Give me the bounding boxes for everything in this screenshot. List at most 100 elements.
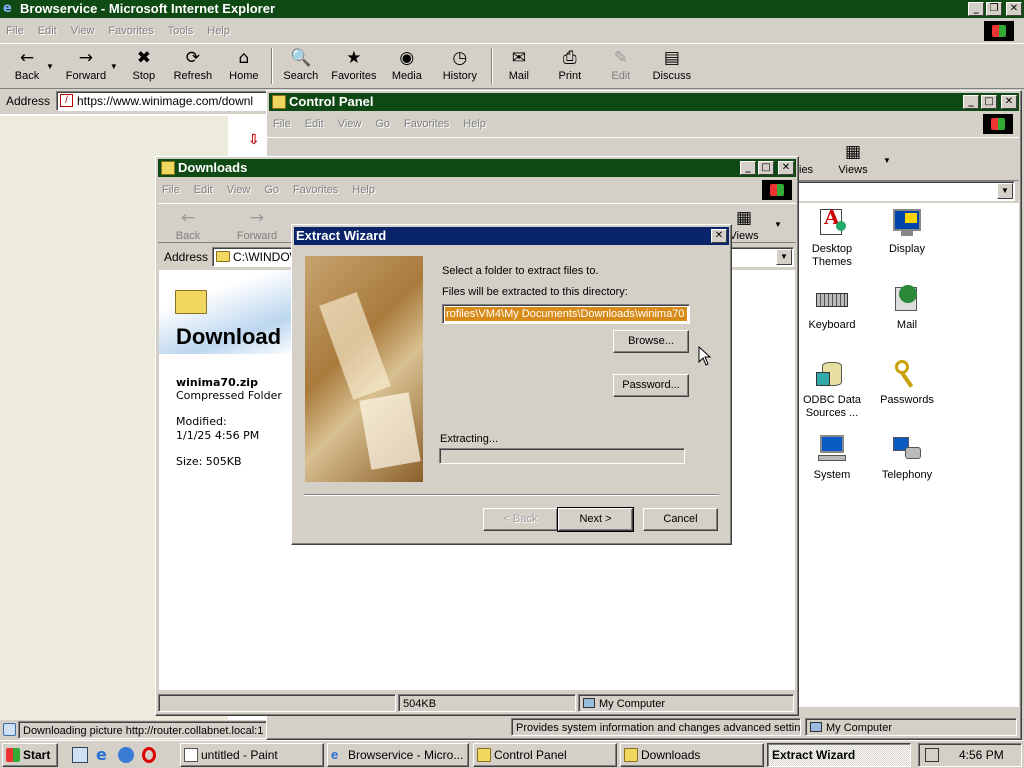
cp-item-desktop-themes[interactable]: A Desktop Themes xyxy=(792,207,872,269)
wizard-titlebar[interactable]: Extract Wizard ✕ xyxy=(294,227,729,245)
ie-menu-favorites[interactable]: Favorites xyxy=(108,25,153,37)
control-panel-icon xyxy=(477,748,491,762)
next-button[interactable]: Next > xyxy=(557,507,634,532)
cp-windows-flag-icon xyxy=(983,114,1013,134)
cp-item-display[interactable]: Display xyxy=(867,207,947,256)
cp-maximize-button[interactable]: □ xyxy=(981,95,997,109)
cp-menubar: File Edit View Go Favorites Help xyxy=(267,114,1021,134)
ie-status-icon xyxy=(3,723,16,736)
opera-quicklaunch-icon[interactable] xyxy=(142,747,156,763)
cp-title: Control Panel xyxy=(289,94,374,109)
downloads-close-button[interactable]: ✕ xyxy=(778,161,794,175)
taskbar-downloads[interactable]: Downloads xyxy=(620,743,764,767)
large-folder-icon xyxy=(175,290,207,314)
downloads-views-dropdown-icon[interactable]: ▼ xyxy=(774,220,782,229)
ie-discuss-button[interactable]: ▤ Discuss xyxy=(644,44,700,88)
extract-directory-input[interactable]: rofiles\VM4\My Documents\Downloads\winim… xyxy=(442,304,690,324)
odbc-icon xyxy=(816,358,848,390)
cp-item-telephony[interactable]: Telephony xyxy=(867,433,947,482)
cp-titlebar[interactable]: Control Panel _ □ ✕ xyxy=(269,93,1019,111)
downloads-maximize-button[interactable]: □ xyxy=(758,161,774,175)
cp-views-dropdown-icon[interactable]: ▼ xyxy=(883,156,891,165)
ie-menu-tools[interactable]: Tools xyxy=(168,25,194,37)
history-icon: ◷ xyxy=(452,48,468,68)
ie-favorites-button[interactable]: ★ Favorites xyxy=(326,44,382,88)
ie-stop-button[interactable]: ✖ Stop xyxy=(122,44,166,88)
cp-item-odbc[interactable]: ODBC Data Sources ... xyxy=(792,358,872,420)
downloads-address-label: Address xyxy=(164,250,209,264)
downloads-menu-help[interactable]: Help xyxy=(352,184,375,196)
browse-button[interactable]: Browse... xyxy=(613,330,689,353)
ie-menu-view[interactable]: View xyxy=(71,25,95,37)
wizard-close-button[interactable]: ✕ xyxy=(711,229,727,243)
password-button[interactable]: Password... xyxy=(613,374,689,397)
cp-menu-view[interactable]: View xyxy=(338,118,362,130)
cp-minimize-button[interactable]: _ xyxy=(963,95,979,109)
outlook-quicklaunch-icon[interactable] xyxy=(118,747,134,763)
ie-maximize-button[interactable]: ❐ xyxy=(986,2,1002,16)
ie-home-button[interactable]: ⌂ Home xyxy=(220,44,268,88)
show-desktop-icon[interactable] xyxy=(72,747,88,763)
downloads-address-dropdown-button[interactable]: ▼ xyxy=(776,249,792,265)
ie-mail-button[interactable]: ✉ Mail xyxy=(496,44,542,88)
downloads-menu-favorites[interactable]: Favorites xyxy=(293,184,338,196)
windows-flag-icon xyxy=(984,21,1014,41)
cp-item-mail[interactable]: Mail xyxy=(867,283,947,332)
ie-back-button[interactable]: ← Back xyxy=(4,44,50,88)
cp-menu-file[interactable]: File xyxy=(273,118,291,130)
ie-titlebar[interactable]: e Browservice - Microsoft Internet Explo… xyxy=(0,0,1024,18)
cp-menu-favorites[interactable]: Favorites xyxy=(404,118,449,130)
cp-menu-edit[interactable]: Edit xyxy=(305,118,324,130)
ie-quicklaunch-icon[interactable]: e xyxy=(96,745,107,764)
cp-menu-help[interactable]: Help xyxy=(463,118,486,130)
back-dropdown-icon[interactable]: ▼ xyxy=(46,62,54,71)
ie-refresh-button[interactable]: ⟳ Refresh xyxy=(166,44,220,88)
back-arrow-icon: ← xyxy=(19,48,35,68)
media-icon: ◉ xyxy=(399,48,415,68)
cp-item-system[interactable]: System xyxy=(792,433,872,482)
cp-menu-go[interactable]: Go xyxy=(375,118,390,130)
ie-menu-file[interactable]: File xyxy=(6,25,24,37)
downloads-titlebar[interactable]: Downloads _ □ ✕ xyxy=(158,159,796,177)
taskbar-extract-wizard[interactable]: Extract Wizard xyxy=(767,743,911,767)
ie-menu-help[interactable]: Help xyxy=(207,25,230,37)
downloads-forward-button[interactable]: → Forward xyxy=(234,204,280,242)
taskbar-browservice[interactable]: e Browservice - Micro... xyxy=(327,743,469,767)
downloads-back-button[interactable]: ← Back xyxy=(168,204,208,242)
taskbar-control-panel[interactable]: Control Panel xyxy=(473,743,617,767)
taskbar-paint[interactable]: untitled - Paint xyxy=(180,743,324,767)
paint-icon xyxy=(184,748,198,762)
ie-menu-edit[interactable]: Edit xyxy=(38,25,57,37)
cp-address-dropdown-button[interactable]: ▼ xyxy=(997,183,1013,199)
taskbar-clock[interactable]: 4:56 PM xyxy=(959,748,1004,762)
ie-search-button[interactable]: 🔍 Search xyxy=(276,44,326,88)
downloads-menu-file[interactable]: File xyxy=(162,184,180,196)
cp-views-button[interactable]: ▦ Views xyxy=(833,138,873,180)
back-button[interactable]: < Back xyxy=(483,508,558,531)
downloads-menu-edit[interactable]: Edit xyxy=(194,184,213,196)
downloads-menu-view[interactable]: View xyxy=(227,184,251,196)
cp-close-button[interactable]: ✕ xyxy=(1001,95,1017,109)
downloads-statusbar: 504KB My Computer xyxy=(158,693,796,713)
ie-history-button[interactable]: ◷ History xyxy=(432,44,488,88)
ie-edit-button[interactable]: ✎ Edit xyxy=(598,44,644,88)
file-type: Compressed Folder xyxy=(176,389,282,402)
cancel-button[interactable]: Cancel xyxy=(643,508,718,531)
cp-item-passwords[interactable]: Passwords xyxy=(867,358,947,407)
forward-arrow-icon: → xyxy=(249,208,265,228)
start-button[interactable]: Start xyxy=(2,743,58,767)
downloads-menu-go[interactable]: Go xyxy=(264,184,279,196)
cp-address-input[interactable]: ▼ xyxy=(797,181,1015,201)
ie-minimize-button[interactable]: _ xyxy=(968,2,984,16)
cp-item-keyboard[interactable]: Keyboard xyxy=(792,283,872,332)
ie-forward-button[interactable]: → Forward xyxy=(58,44,114,88)
extract-wizard-dialog: Extract Wizard ✕ Select a folder to extr… xyxy=(291,224,732,545)
file-size: Size: 505KB xyxy=(176,455,242,468)
ie-media-button[interactable]: ◉ Media xyxy=(382,44,432,88)
network-tray-icon[interactable] xyxy=(925,748,939,762)
forward-dropdown-icon[interactable]: ▼ xyxy=(110,62,118,71)
ie-address-input[interactable]: / https://www.winimage.com/downl xyxy=(56,91,268,111)
ie-print-button[interactable]: ⎙ Print xyxy=(542,44,598,88)
downloads-minimize-button[interactable]: _ xyxy=(740,161,756,175)
ie-close-button[interactable]: ✕ xyxy=(1006,2,1022,16)
